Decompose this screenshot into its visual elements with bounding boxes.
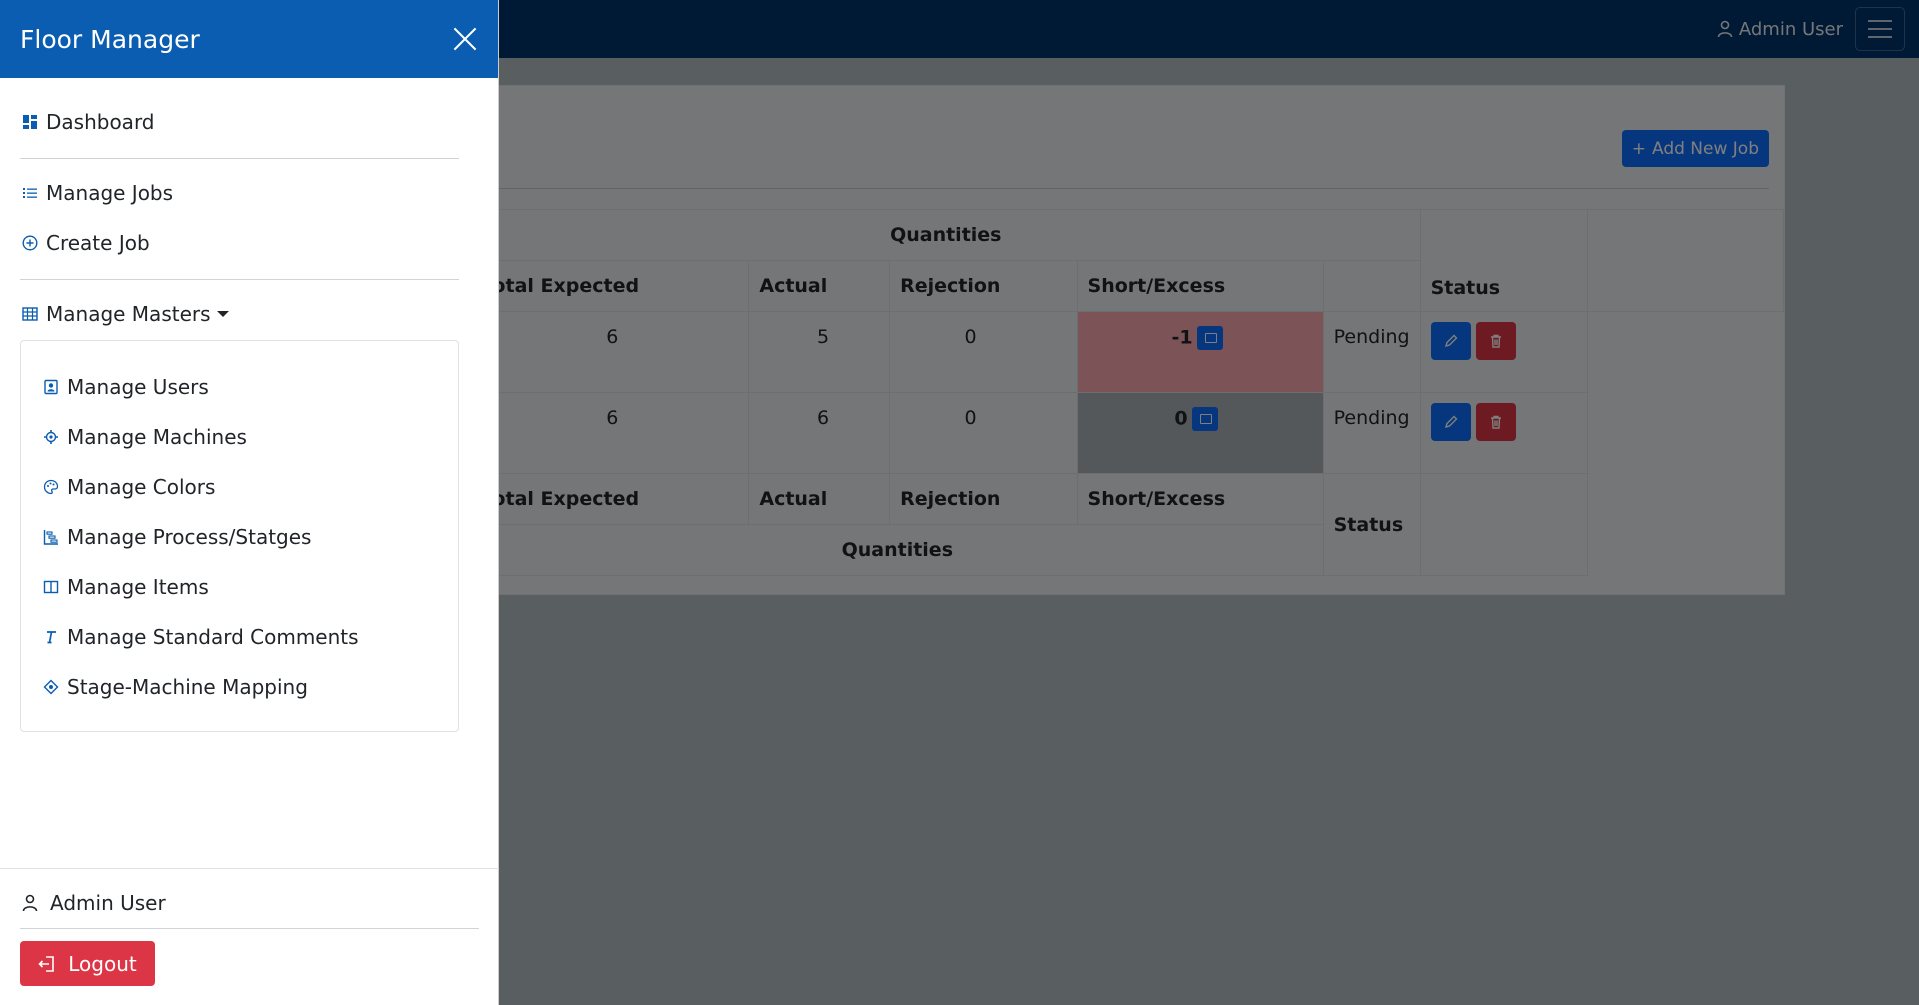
submenu-item-manage-process-stages[interactable]: Manage Process/Statges bbox=[43, 525, 311, 549]
sidebar-item-manage-jobs[interactable]: Manage Jobs bbox=[22, 181, 173, 205]
book-icon bbox=[43, 580, 59, 594]
sidebar-title: Floor Manager bbox=[20, 24, 200, 54]
sidebar-item-dashboard[interactable]: Dashboard bbox=[22, 110, 155, 134]
sidebar-footer-divider bbox=[0, 868, 499, 869]
sidebar-divider bbox=[20, 279, 459, 280]
submenu-item-label: Manage Machines bbox=[67, 425, 247, 449]
plus-circle-icon bbox=[22, 235, 38, 251]
sidebar-divider bbox=[20, 158, 459, 159]
masters-submenu: Manage Users Manage Machines Manage Colo… bbox=[20, 340, 459, 732]
submenu-item-label: Stage-Machine Mapping bbox=[67, 675, 308, 699]
sidebar-item-label: Manage Jobs bbox=[46, 181, 174, 205]
submenu-item-manage-machines[interactable]: Manage Machines bbox=[43, 425, 247, 449]
list-icon bbox=[23, 188, 37, 198]
user-icon bbox=[22, 894, 38, 912]
italic-text-icon bbox=[47, 631, 56, 644]
table-icon bbox=[22, 307, 38, 321]
diagram-icon bbox=[43, 679, 59, 695]
sidebar-item-label: Dashboard bbox=[46, 110, 155, 134]
submenu-item-label: Manage Standard Comments bbox=[67, 625, 359, 649]
logout-icon bbox=[38, 955, 55, 972]
sidebar-footer-user: Admin User bbox=[22, 891, 166, 915]
close-icon[interactable] bbox=[452, 26, 478, 52]
submenu-item-manage-standard-comments[interactable]: Manage Standard Comments bbox=[43, 625, 359, 649]
sidebar-item-manage-masters[interactable]: Manage Masters bbox=[22, 302, 229, 326]
sidebar-item-create-job[interactable]: Create Job bbox=[22, 231, 150, 255]
gear-icon bbox=[44, 430, 58, 444]
palette-icon bbox=[43, 479, 59, 495]
submenu-item-manage-colors[interactable]: Manage Colors bbox=[43, 475, 215, 499]
bar-chart-steps-icon bbox=[43, 530, 58, 545]
caret-down-icon bbox=[216, 311, 229, 317]
logout-label: Logout bbox=[68, 951, 137, 976]
sidebar-item-label: Manage Masters bbox=[46, 302, 211, 326]
submenu-item-label: Manage Users bbox=[67, 375, 209, 399]
offcanvas-sidebar: Floor Manager Dashboard Manage Jobs Crea… bbox=[0, 0, 499, 1005]
submenu-item-label: Manage Process/Statges bbox=[67, 525, 312, 549]
submenu-item-manage-users[interactable]: Manage Users bbox=[43, 375, 209, 399]
sidebar-header: Floor Manager bbox=[0, 0, 498, 78]
person-badge-icon bbox=[44, 379, 58, 395]
sidebar-divider bbox=[20, 928, 479, 929]
submenu-item-stage-machine-mapping[interactable]: Stage-Machine Mapping bbox=[43, 675, 308, 699]
submenu-item-label: Manage Items bbox=[67, 575, 209, 599]
footer-user-label: Admin User bbox=[50, 891, 166, 915]
submenu-item-label: Manage Colors bbox=[67, 475, 216, 499]
sidebar-item-label: Create Job bbox=[46, 231, 150, 255]
logout-button[interactable]: Logout bbox=[20, 941, 155, 986]
dashboard-icon bbox=[23, 115, 37, 129]
submenu-item-manage-items[interactable]: Manage Items bbox=[43, 575, 209, 599]
